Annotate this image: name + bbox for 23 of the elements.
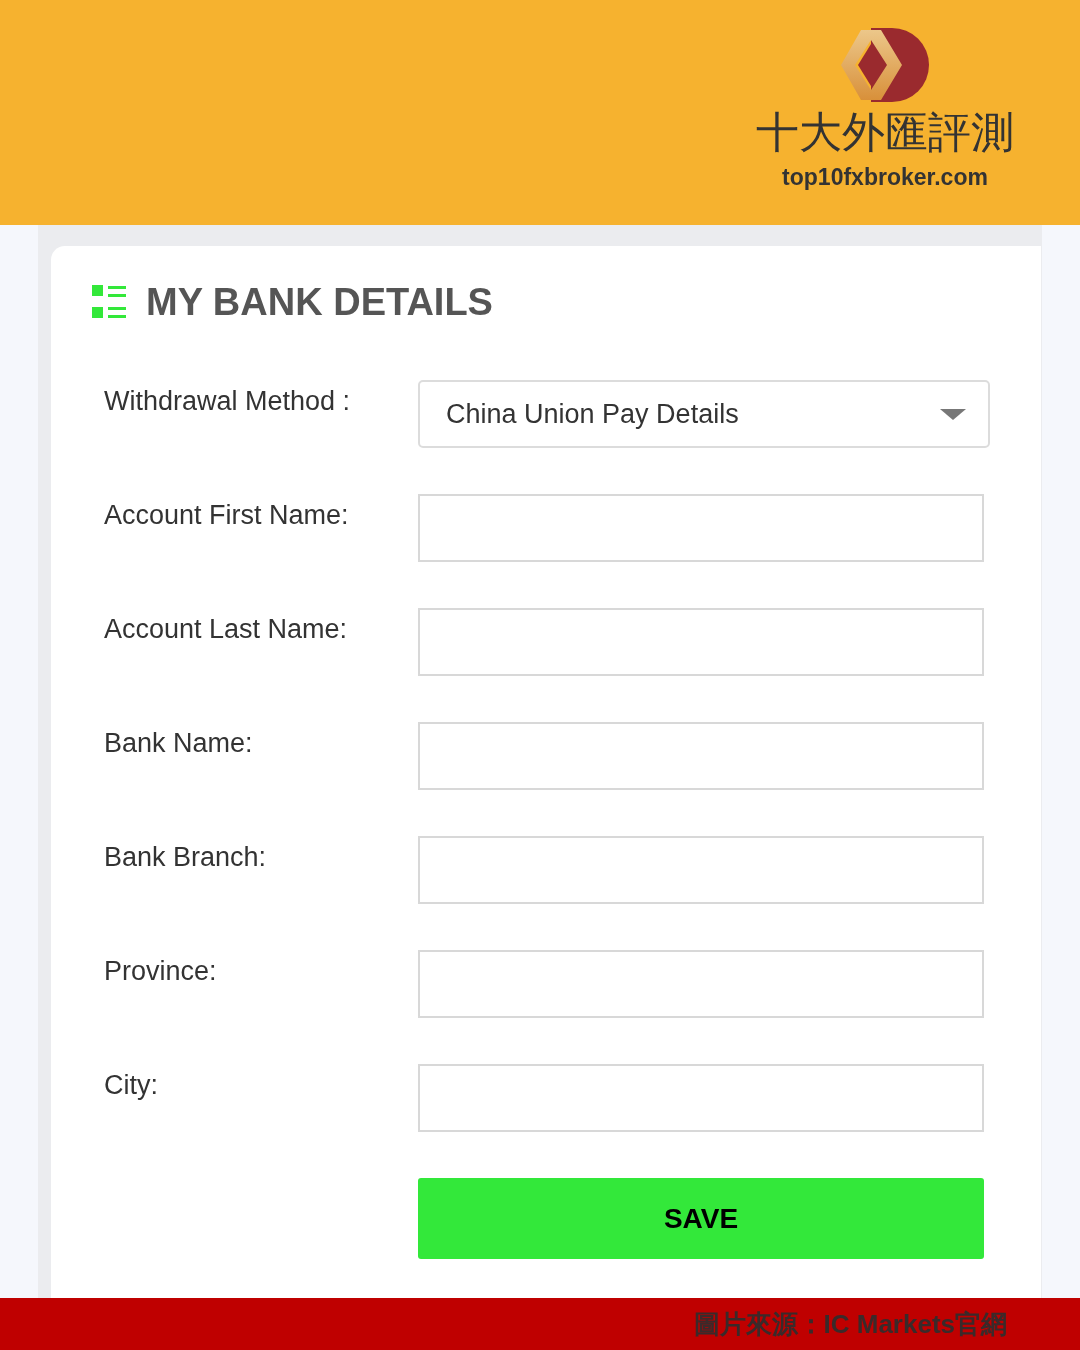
field-label: Bank Branch: — [104, 841, 268, 874]
input-field[interactable] — [418, 608, 984, 676]
panel-title: MY BANK DETAILS — [146, 280, 493, 324]
input-field[interactable] — [418, 494, 984, 562]
select-value: China Union Pay Details — [446, 397, 739, 431]
save-button[interactable]: SAVE — [418, 1178, 984, 1259]
field-label: Withdrawal Method : — [104, 385, 352, 418]
field-label: Bank Name: — [104, 727, 254, 760]
input-field[interactable] — [418, 950, 984, 1018]
image-source-caption: 圖片來源：IC Markets官網 — [693, 1307, 1007, 1341]
input-field[interactable] — [418, 836, 984, 904]
field-label: City: — [104, 1069, 159, 1102]
logo-text: 十大外匯評測 — [756, 108, 1014, 156]
field-label: Account Last Name: — [104, 613, 349, 646]
list-icon — [92, 285, 126, 319]
caret-icon — [940, 408, 966, 420]
field-label: Province: — [104, 955, 218, 988]
site-url: top10fxbroker.com — [782, 163, 988, 192]
input-field[interactable] — [418, 1064, 984, 1132]
input-field[interactable] — [418, 722, 984, 790]
field-label: Account First Name: — [104, 499, 350, 532]
logo-icon — [841, 28, 929, 102]
withdrawal-method-select[interactable]: China Union Pay Details — [418, 380, 990, 448]
